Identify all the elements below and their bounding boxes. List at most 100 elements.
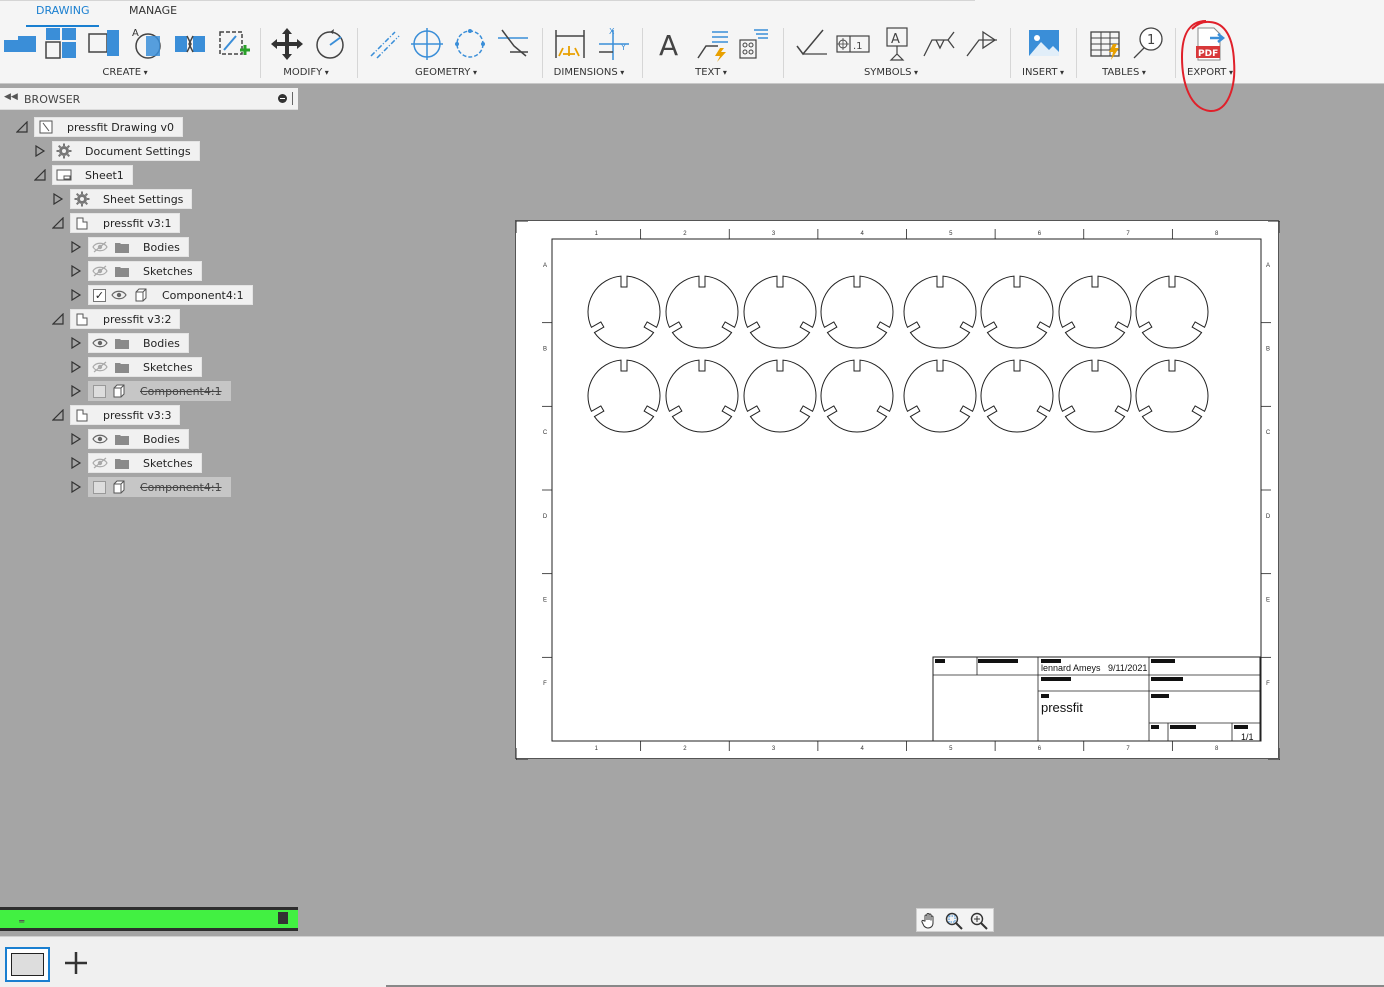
tree-node[interactable]: pressfit v3:2 — [70, 309, 181, 329]
collapse-triangle-icon[interactable] — [52, 409, 64, 421]
expand-triangle-icon[interactable] — [70, 481, 82, 493]
detail-view-icon[interactable]: A — [130, 26, 164, 62]
tree-node[interactable]: Sketches — [88, 261, 202, 281]
expand-triangle-icon[interactable] — [70, 265, 82, 277]
taper-slope-icon[interactable] — [965, 26, 999, 62]
expand-triangle-icon[interactable] — [70, 385, 82, 397]
projected-view-icon[interactable] — [44, 26, 78, 62]
tree-node[interactable]: ✓ Component4:1 — [88, 285, 253, 305]
centerline-icon[interactable] — [367, 26, 401, 62]
visibility-checkbox[interactable]: ✓ — [93, 288, 106, 302]
text-icon[interactable]: A — [654, 26, 688, 62]
zoom-window-icon[interactable] — [944, 911, 964, 931]
title-block-field-label — [1041, 677, 1071, 681]
expand-triangle-icon[interactable] — [34, 145, 46, 157]
eye-icon[interactable] — [110, 287, 128, 303]
collapse-triangle-icon[interactable] — [52, 313, 64, 325]
base-view-icon[interactable] — [2, 26, 38, 62]
zoom-icon[interactable] — [969, 911, 989, 931]
leader-icon[interactable] — [696, 26, 730, 62]
collapse-triangle-icon[interactable] — [52, 217, 64, 229]
tree-node[interactable]: Bodies — [88, 237, 189, 257]
geometry-menu[interactable]: GEOMETRY — [415, 67, 477, 78]
tree-node-label: Sketches — [143, 456, 193, 470]
pan-icon[interactable] — [919, 911, 939, 931]
pressfit-part — [1058, 275, 1132, 349]
visibility-checkbox[interactable] — [93, 480, 106, 494]
tree-node[interactable]: Document Settings — [52, 141, 200, 161]
table-icon[interactable] — [1089, 26, 1123, 62]
sketch-view-icon[interactable] — [216, 26, 250, 62]
tree-node[interactable]: Bodies — [88, 333, 189, 353]
navigation-bar — [916, 908, 994, 932]
eye-icon[interactable] — [91, 431, 109, 447]
welding-symbol-icon[interactable] — [922, 26, 956, 62]
expand-triangle-icon[interactable] — [70, 361, 82, 373]
feature-control-frame-icon[interactable]: .1 — [836, 26, 870, 62]
dimensions-menu[interactable]: DIMENSIONS — [554, 67, 625, 78]
hole-table-icon[interactable] — [736, 26, 770, 62]
eye-hidden-icon[interactable] — [91, 455, 109, 471]
expand-triangle-icon[interactable] — [52, 193, 64, 205]
create-menu[interactable]: CREATE — [102, 67, 147, 78]
tree-node[interactable]: Sketches — [88, 453, 202, 473]
break-view-icon[interactable] — [173, 26, 207, 62]
eye-hidden-icon[interactable] — [91, 239, 109, 255]
insert-menu[interactable]: INSERT — [1022, 67, 1064, 78]
drawing-sheet[interactable]: 1 1 2 2 3 3 4 4 5 5 6 6 7 7 8 8 A A B B C C D D E E F F lennard Ame… — [515, 220, 1280, 760]
tree-node-label: Sheet1 — [85, 168, 124, 182]
tree-node[interactable]: pressfit v3:3 — [70, 405, 181, 425]
dimension-icon[interactable] — [553, 26, 587, 62]
surface-texture-icon[interactable] — [795, 26, 829, 62]
tab-manage[interactable]: MANAGE — [129, 4, 177, 24]
export-pdf-icon[interactable]: PDF — [1192, 26, 1226, 62]
tree-node[interactable]: pressfit v3:1 — [70, 213, 181, 233]
eye-hidden-icon[interactable] — [91, 263, 109, 279]
collapse-triangle-icon[interactable] — [34, 169, 46, 181]
tree-node[interactable]: Component4:1 — [88, 477, 231, 497]
tab-drawing[interactable]: DRAWING — [25, 4, 101, 27]
expand-triangle-icon[interactable] — [70, 289, 82, 301]
eye-icon[interactable] — [91, 335, 109, 351]
text-menu[interactable]: TEXT — [695, 67, 727, 78]
center-mark-pattern-icon[interactable] — [453, 26, 487, 62]
insert-image-icon[interactable] — [1027, 26, 1061, 62]
edge-extension-icon[interactable] — [496, 26, 530, 62]
tree-node[interactable]: Sheet1 — [52, 165, 133, 185]
visibility-checkbox[interactable] — [93, 384, 106, 398]
export-menu[interactable]: EXPORT — [1187, 67, 1233, 78]
pressfit-part — [743, 275, 817, 349]
sheet-thumbnail-tab[interactable] — [5, 947, 50, 982]
tree-node[interactable]: Bodies — [88, 429, 189, 449]
modify-menu[interactable]: MODIFY — [283, 67, 329, 78]
sheet-row-label: C — [1266, 430, 1271, 436]
tree-node[interactable]: Sketches — [88, 357, 202, 377]
expand-triangle-icon[interactable] — [70, 241, 82, 253]
datum-identifier-icon[interactable]: A — [880, 26, 914, 62]
sheet-column-label: 6 — [1038, 746, 1042, 752]
expand-triangle-icon[interactable] — [70, 457, 82, 469]
tree-node-label: Bodies — [143, 240, 180, 254]
pressfit-part — [820, 359, 894, 433]
collapse-arrows-icon[interactable]: ◀◀ — [4, 92, 18, 102]
pin-icon[interactable] — [292, 92, 296, 105]
center-mark-icon[interactable] — [410, 26, 444, 62]
tables-menu[interactable]: TABLES — [1102, 67, 1146, 78]
tree-node[interactable]: Component4:1 — [88, 381, 231, 401]
section-view-icon[interactable] — [87, 26, 121, 62]
collapse-triangle-icon[interactable] — [16, 121, 28, 133]
minimize-icon[interactable] — [278, 94, 287, 103]
eye-hidden-icon[interactable] — [91, 359, 109, 375]
expand-triangle-icon[interactable] — [70, 337, 82, 349]
svg-text:A: A — [891, 32, 900, 47]
rotate-icon[interactable] — [313, 26, 347, 62]
tree-node[interactable]: pressfit Drawing v0 — [34, 117, 183, 137]
symbols-menu[interactable]: SYMBOLS — [864, 67, 918, 78]
tree-node[interactable]: Sheet Settings — [70, 189, 193, 209]
ordinate-dimension-icon[interactable]: XY — [597, 26, 631, 62]
move-icon[interactable] — [270, 26, 304, 62]
balloon-icon[interactable]: 1 — [1132, 26, 1166, 62]
expand-triangle-icon[interactable] — [70, 433, 82, 445]
sheet-row-label: D — [543, 514, 548, 520]
add-sheet-icon[interactable] — [62, 949, 90, 977]
